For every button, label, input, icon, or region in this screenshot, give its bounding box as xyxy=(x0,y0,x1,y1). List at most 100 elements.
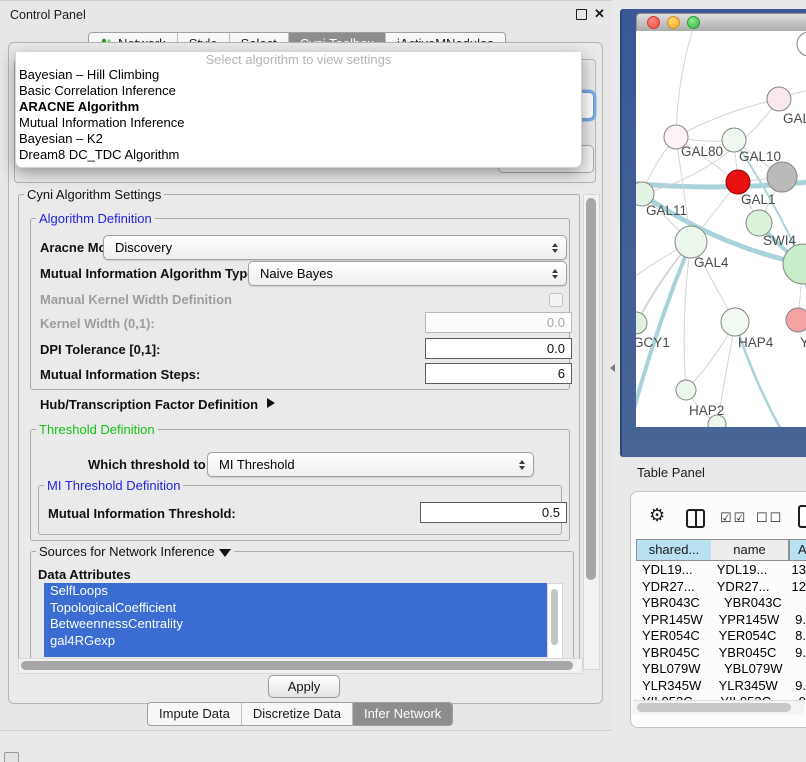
dpi-tolerance-input[interactable]: 0.0 xyxy=(425,338,572,359)
algorithm-definition-title: Algorithm Definition xyxy=(36,211,155,226)
table-cell[interactable]: 12 xyxy=(786,579,806,596)
deselect-columns-icon[interactable]: ☐☐ xyxy=(756,510,783,526)
list-scrollbar[interactable] xyxy=(547,583,563,659)
network-canvas[interactable]: GALGAL80GAL10GAL1GAL11SWI4GAL4GCY1HAP4YH… xyxy=(636,31,806,427)
algorithm-option[interactable]: Dream8 DC_TDC Algorithm xyxy=(16,147,581,163)
aracne-mode-select[interactable]: Discovery xyxy=(103,235,567,260)
table-row[interactable]: YLR345WYLR345W9. xyxy=(634,678,806,695)
kernel-width-input[interactable]: 0.0 xyxy=(425,312,572,333)
table-row[interactable]: YER054CYER054C8. xyxy=(634,628,806,645)
table-cell[interactable]: 8. xyxy=(789,628,806,645)
network-node-HAP2[interactable] xyxy=(676,380,696,400)
table-row[interactable]: YBR045CYBR045C9. xyxy=(634,645,806,662)
close-panel-icon[interactable]: ✕ xyxy=(594,6,605,22)
algorithm-option-selected[interactable]: ARACNE Algorithm xyxy=(16,99,581,115)
table-row[interactable]: YBL079WYBL079W xyxy=(634,661,806,678)
table-cell[interactable]: YDR27... xyxy=(634,579,711,596)
hub-definition-label[interactable]: Hub/Transcription Factor Definition xyxy=(40,397,258,412)
manual-kernel-checkbox[interactable] xyxy=(549,293,563,307)
vertical-scrollbar-thumb[interactable] xyxy=(586,198,596,580)
table-row[interactable]: YBR043CYBR043C xyxy=(634,595,806,612)
network-edge[interactable] xyxy=(676,31,698,137)
close-window-icon[interactable] xyxy=(647,16,660,29)
float-panel-icon[interactable] xyxy=(576,9,587,20)
column-header-shared-name[interactable]: shared... xyxy=(636,539,712,561)
tab-impute-data[interactable]: Impute Data xyxy=(148,703,242,725)
vertical-scrollbar[interactable] xyxy=(583,194,600,670)
list-scrollbar-thumb[interactable] xyxy=(551,589,558,645)
horizontal-scrollbar[interactable] xyxy=(18,658,583,674)
algorithm-option[interactable]: Bayesian – Hill Climbing xyxy=(16,67,581,83)
combo-arrows-icon xyxy=(552,269,558,279)
mi-algorithm-type-select[interactable]: Naive Bayes xyxy=(248,261,567,286)
network-svg: GALGAL80GAL10GAL1GAL11SWI4GAL4GCY1HAP4YH… xyxy=(636,31,806,427)
table-cell[interactable]: 9. xyxy=(789,645,806,662)
table-cell[interactable]: YPR145W xyxy=(634,612,713,629)
expand-arrow-icon[interactable] xyxy=(267,398,275,408)
table-cell[interactable]: YER054C xyxy=(713,628,790,645)
table-cell[interactable] xyxy=(800,595,806,612)
list-item[interactable]: TopologicalCoefficient xyxy=(44,600,547,617)
split-columns-icon[interactable] xyxy=(686,509,705,528)
table-cell[interactable]: YBR043C xyxy=(634,595,718,612)
table-cell[interactable]: YBR045C xyxy=(634,645,713,662)
table-cell[interactable]: YLR345W xyxy=(713,678,790,695)
mi-threshold-input[interactable]: 0.5 xyxy=(420,502,567,523)
table-row[interactable]: YDL19...YDL19...13 xyxy=(634,562,806,579)
network-node-GCY1[interactable] xyxy=(636,312,647,334)
table-row[interactable]: YPR145WYPR145W9. xyxy=(634,612,806,629)
minimized-panel-icon[interactable] xyxy=(4,752,19,762)
table-cell[interactable]: YDR27... xyxy=(711,579,786,596)
table-cell[interactable]: YBL079W xyxy=(718,661,800,678)
splitpane-collapse-icon[interactable] xyxy=(610,364,615,372)
table-cell[interactable]: YDL19... xyxy=(634,562,711,579)
network-node-gray-node[interactable] xyxy=(767,162,797,192)
network-window-titlebar[interactable] xyxy=(636,13,806,32)
collapse-arrow-icon xyxy=(219,549,231,557)
table-cell[interactable]: YLR345W xyxy=(634,678,713,695)
network-node-gal-partial[interactable] xyxy=(767,87,791,111)
sources-title[interactable]: Sources for Network Inference xyxy=(36,544,234,559)
kernel-width-label: Kernel Width (0,1): xyxy=(40,316,155,331)
data-attributes-list[interactable]: SelfLoops TopologicalCoefficient Between… xyxy=(44,583,547,657)
list-item[interactable]: gal4RGexp xyxy=(44,633,547,650)
node-label: GAL80 xyxy=(681,144,723,159)
table-cell[interactable]: YER054C xyxy=(634,628,713,645)
network-node-GAL1[interactable] xyxy=(726,170,750,194)
minimize-window-icon[interactable] xyxy=(667,16,680,29)
tab-discretize-data[interactable]: Discretize Data xyxy=(242,703,353,725)
network-node-Y-partial[interactable] xyxy=(786,308,806,332)
table-cell[interactable] xyxy=(800,661,806,678)
network-node-GAL4[interactable] xyxy=(675,226,707,258)
table-cell[interactable]: YBR043C xyxy=(718,595,800,612)
horizontal-scrollbar-thumb[interactable] xyxy=(21,661,573,670)
network-node-HAP4[interactable] xyxy=(721,308,749,336)
algorithm-option[interactable]: Bayesian – K2 xyxy=(16,131,581,147)
table-row[interactable]: YDR27...YDR27...12 xyxy=(634,579,806,596)
table-cell[interactable]: 9. xyxy=(789,612,806,629)
list-item[interactable]: SelfLoops xyxy=(44,583,547,600)
table-cell[interactable]: YBL079W xyxy=(634,661,718,678)
tab-infer-network[interactable]: Infer Network xyxy=(353,703,452,725)
table-cell[interactable]: YDL19... xyxy=(711,562,786,579)
which-threshold-select[interactable]: MI Threshold xyxy=(207,452,534,477)
select-columns-icon[interactable]: ☑☑ xyxy=(720,510,747,526)
network-edge[interactable] xyxy=(684,242,691,390)
list-item[interactable]: BetweennessCentrality xyxy=(44,616,547,633)
table-cell[interactable]: 9. xyxy=(789,678,806,695)
gear-icon[interactable]: ⚙ xyxy=(649,505,665,526)
table-horizontal-scrollbar[interactable] xyxy=(633,700,804,714)
zoom-window-icon[interactable] xyxy=(687,16,700,29)
mi-steps-input[interactable]: 6 xyxy=(425,363,572,384)
table-cell[interactable]: YPR145W xyxy=(713,612,790,629)
apply-button[interactable]: Apply xyxy=(268,675,340,698)
table-cell[interactable]: 13 xyxy=(786,562,806,579)
table-cell[interactable]: YBR045C xyxy=(713,645,790,662)
column-header-partial[interactable]: A xyxy=(789,539,806,561)
algorithm-option[interactable]: Basic Correlation Inference xyxy=(16,83,581,99)
table-scrollbar-thumb[interactable] xyxy=(637,703,791,712)
algorithm-option[interactable]: Mutual Information Inference xyxy=(16,115,581,131)
column-header-name[interactable]: name xyxy=(711,539,789,561)
table-function-icon[interactable] xyxy=(798,505,806,528)
network-node-top-node[interactable] xyxy=(797,32,806,56)
